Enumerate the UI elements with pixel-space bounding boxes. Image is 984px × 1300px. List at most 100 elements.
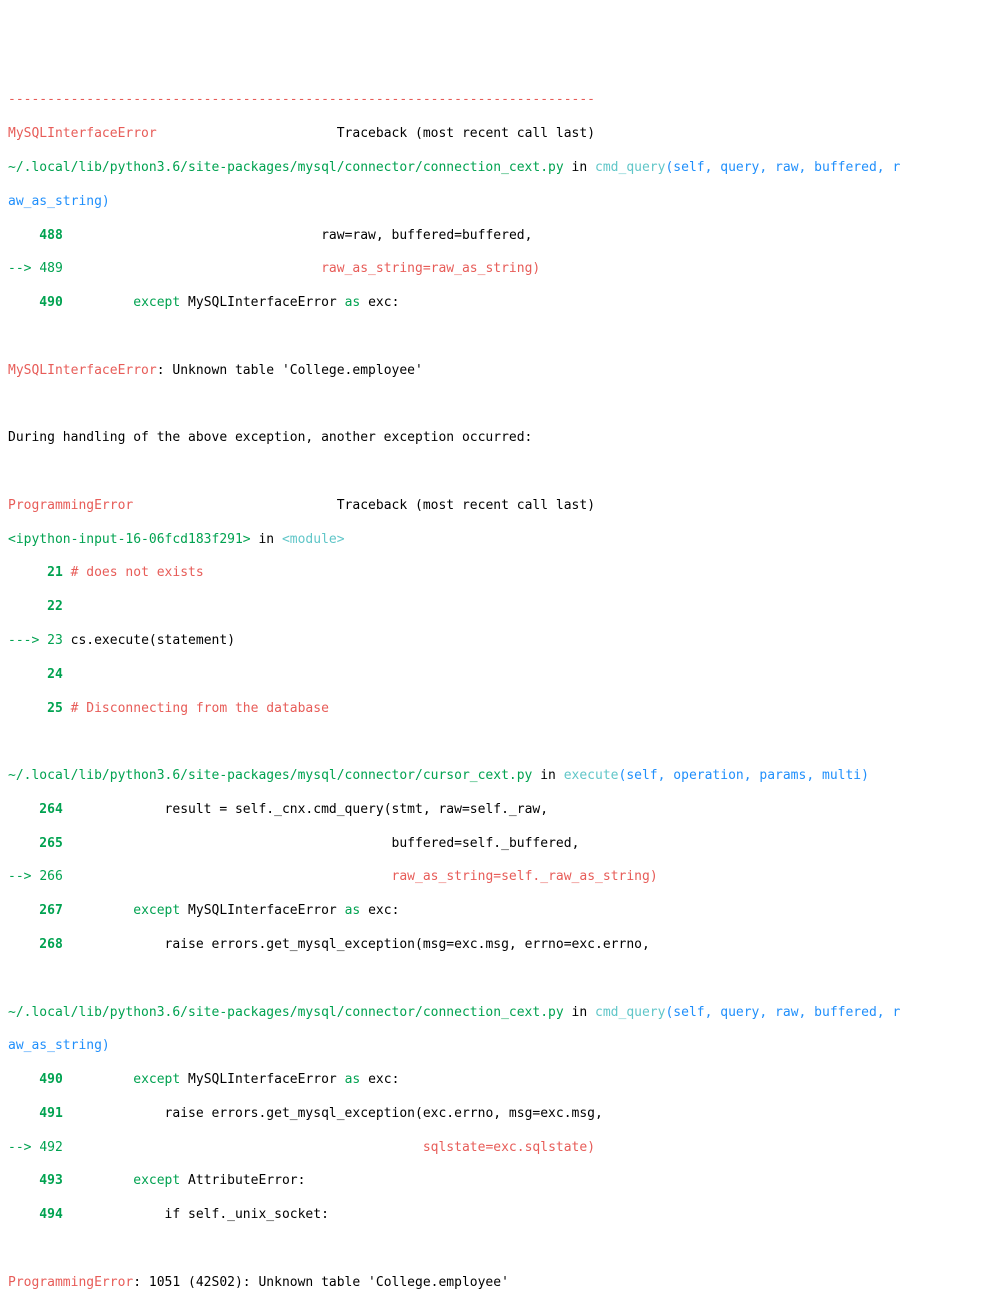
lineno: 23 [47, 633, 70, 648]
in-keyword: in [532, 768, 563, 783]
frame-sig-wrap: aw_as_string) [8, 1038, 110, 1053]
code-text: . [517, 1140, 525, 1155]
code-text: raw_as_string [392, 869, 494, 884]
code-pad [71, 295, 134, 310]
code-text: . [493, 836, 501, 851]
comment: # does not exists [71, 565, 204, 580]
lineno: 21 [8, 565, 71, 580]
arrow: ---> [8, 633, 47, 648]
code-text: raw_as_string [431, 261, 533, 276]
code-text: raw [352, 228, 375, 243]
code-text [337, 1072, 345, 1087]
code-text: raw_as_string [321, 261, 423, 276]
lineno: 492 [39, 1140, 70, 1155]
comment: # Disconnecting from the database [71, 701, 329, 716]
keyword: as [345, 903, 361, 918]
separator-line: ----------------------------------------… [8, 92, 595, 107]
lineno: 494 [8, 1207, 71, 1222]
code-text: ( [149, 633, 157, 648]
arrow: --> [8, 1140, 39, 1155]
code-text: statement [157, 633, 227, 648]
code-pad [71, 1140, 423, 1155]
code-text: sqlstate [423, 1140, 486, 1155]
lineno: 265 [8, 836, 71, 851]
arrow: --> [8, 261, 39, 276]
code-text: , [572, 836, 580, 851]
code-text: , [376, 228, 392, 243]
code-text: exc [368, 295, 391, 310]
frame-sig: (self, operation, params, multi) [619, 768, 869, 783]
code-text: raw [321, 228, 344, 243]
code-text: exc [493, 1140, 516, 1155]
lineno: 268 [8, 937, 71, 952]
code-text: sqlstate [525, 1140, 588, 1155]
error-class-name: ProgrammingError [8, 498, 133, 513]
frame-path: <ipython-input-16-06fcd183f291> [8, 532, 251, 547]
lineno: 489 [39, 261, 70, 276]
code-text: = [423, 261, 431, 276]
keyword: except [133, 295, 180, 310]
code-text: ) [650, 869, 658, 884]
code-text: AttributeError [188, 1173, 298, 1188]
code-text: buffered [392, 836, 455, 851]
error-class-name: MySQLInterfaceError [8, 126, 157, 141]
code-text [337, 903, 345, 918]
code-text: MySQLInterfaceError [188, 1072, 337, 1087]
keyword: as [345, 295, 361, 310]
code-text [180, 295, 188, 310]
code-text: self [501, 869, 532, 884]
traceback-label: Traceback (most recent call last) [337, 498, 595, 513]
code-text: . [532, 869, 540, 884]
error-message-text: : 1051 (42S02): Unknown table 'College.e… [133, 1275, 509, 1290]
code-text [180, 1173, 188, 1188]
lineno: 491 [8, 1106, 71, 1121]
frame-sig: (self, query, raw, buffered, r [665, 1005, 900, 1020]
lineno: 24 [8, 667, 71, 682]
code-text: execute [94, 633, 149, 648]
error-message-name: MySQLInterfaceError [8, 363, 157, 378]
frame-func: cmd_query [595, 160, 665, 175]
in-keyword: in [564, 160, 595, 175]
code-text: : [392, 295, 400, 310]
frame-path: ~/.local/lib/python3.6/site-packages/mys… [8, 160, 564, 175]
frame-path: ~/.local/lib/python3.6/site-packages/mys… [8, 1005, 564, 1020]
code-text: exc [368, 903, 391, 918]
code-text [180, 903, 188, 918]
code-pad [71, 836, 392, 851]
code-pad [71, 1072, 134, 1087]
lineno: 25 [8, 701, 71, 716]
code-text [360, 1072, 368, 1087]
lineno: 490 [8, 295, 71, 310]
code-text: ) [227, 633, 235, 648]
code-text: = [493, 869, 501, 884]
code-text: = [454, 228, 462, 243]
in-keyword: in [564, 1005, 595, 1020]
code-text: . [86, 633, 94, 648]
code-text: if self._unix_socket: [71, 1207, 329, 1222]
code-text: = [454, 836, 462, 851]
code-text: MySQLInterfaceError [188, 295, 337, 310]
frame-path: ~/.local/lib/python3.6/site-packages/mys… [8, 768, 532, 783]
code-text: raise errors.get_mysql_exception(msg=exc… [71, 937, 650, 952]
code-text [337, 295, 345, 310]
code-text: ) [587, 1140, 595, 1155]
traceback-label: Traceback (most recent call last) [337, 126, 595, 141]
code-text: result = self._cnx.cmd_query(stmt, raw=s… [71, 802, 548, 817]
lineno: 488 [8, 228, 71, 243]
code-text: _raw_as_string [540, 869, 650, 884]
frame-sig: (self, query, raw, buffered, r [665, 160, 900, 175]
arrow: --> [8, 869, 39, 884]
keyword: as [345, 1072, 361, 1087]
code-text [360, 295, 368, 310]
error-message-name: ProgrammingError [8, 1275, 133, 1290]
traceback-output: ----------------------------------------… [8, 76, 976, 1300]
frame-func: <module> [282, 532, 345, 547]
code-pad [71, 869, 392, 884]
keyword: except [133, 903, 180, 918]
code-text: self [462, 836, 493, 851]
code-text: , [525, 228, 533, 243]
code-text: cs [71, 633, 87, 648]
code-text: _buffered [501, 836, 571, 851]
code-pad [71, 903, 134, 918]
code-text: : [392, 903, 400, 918]
